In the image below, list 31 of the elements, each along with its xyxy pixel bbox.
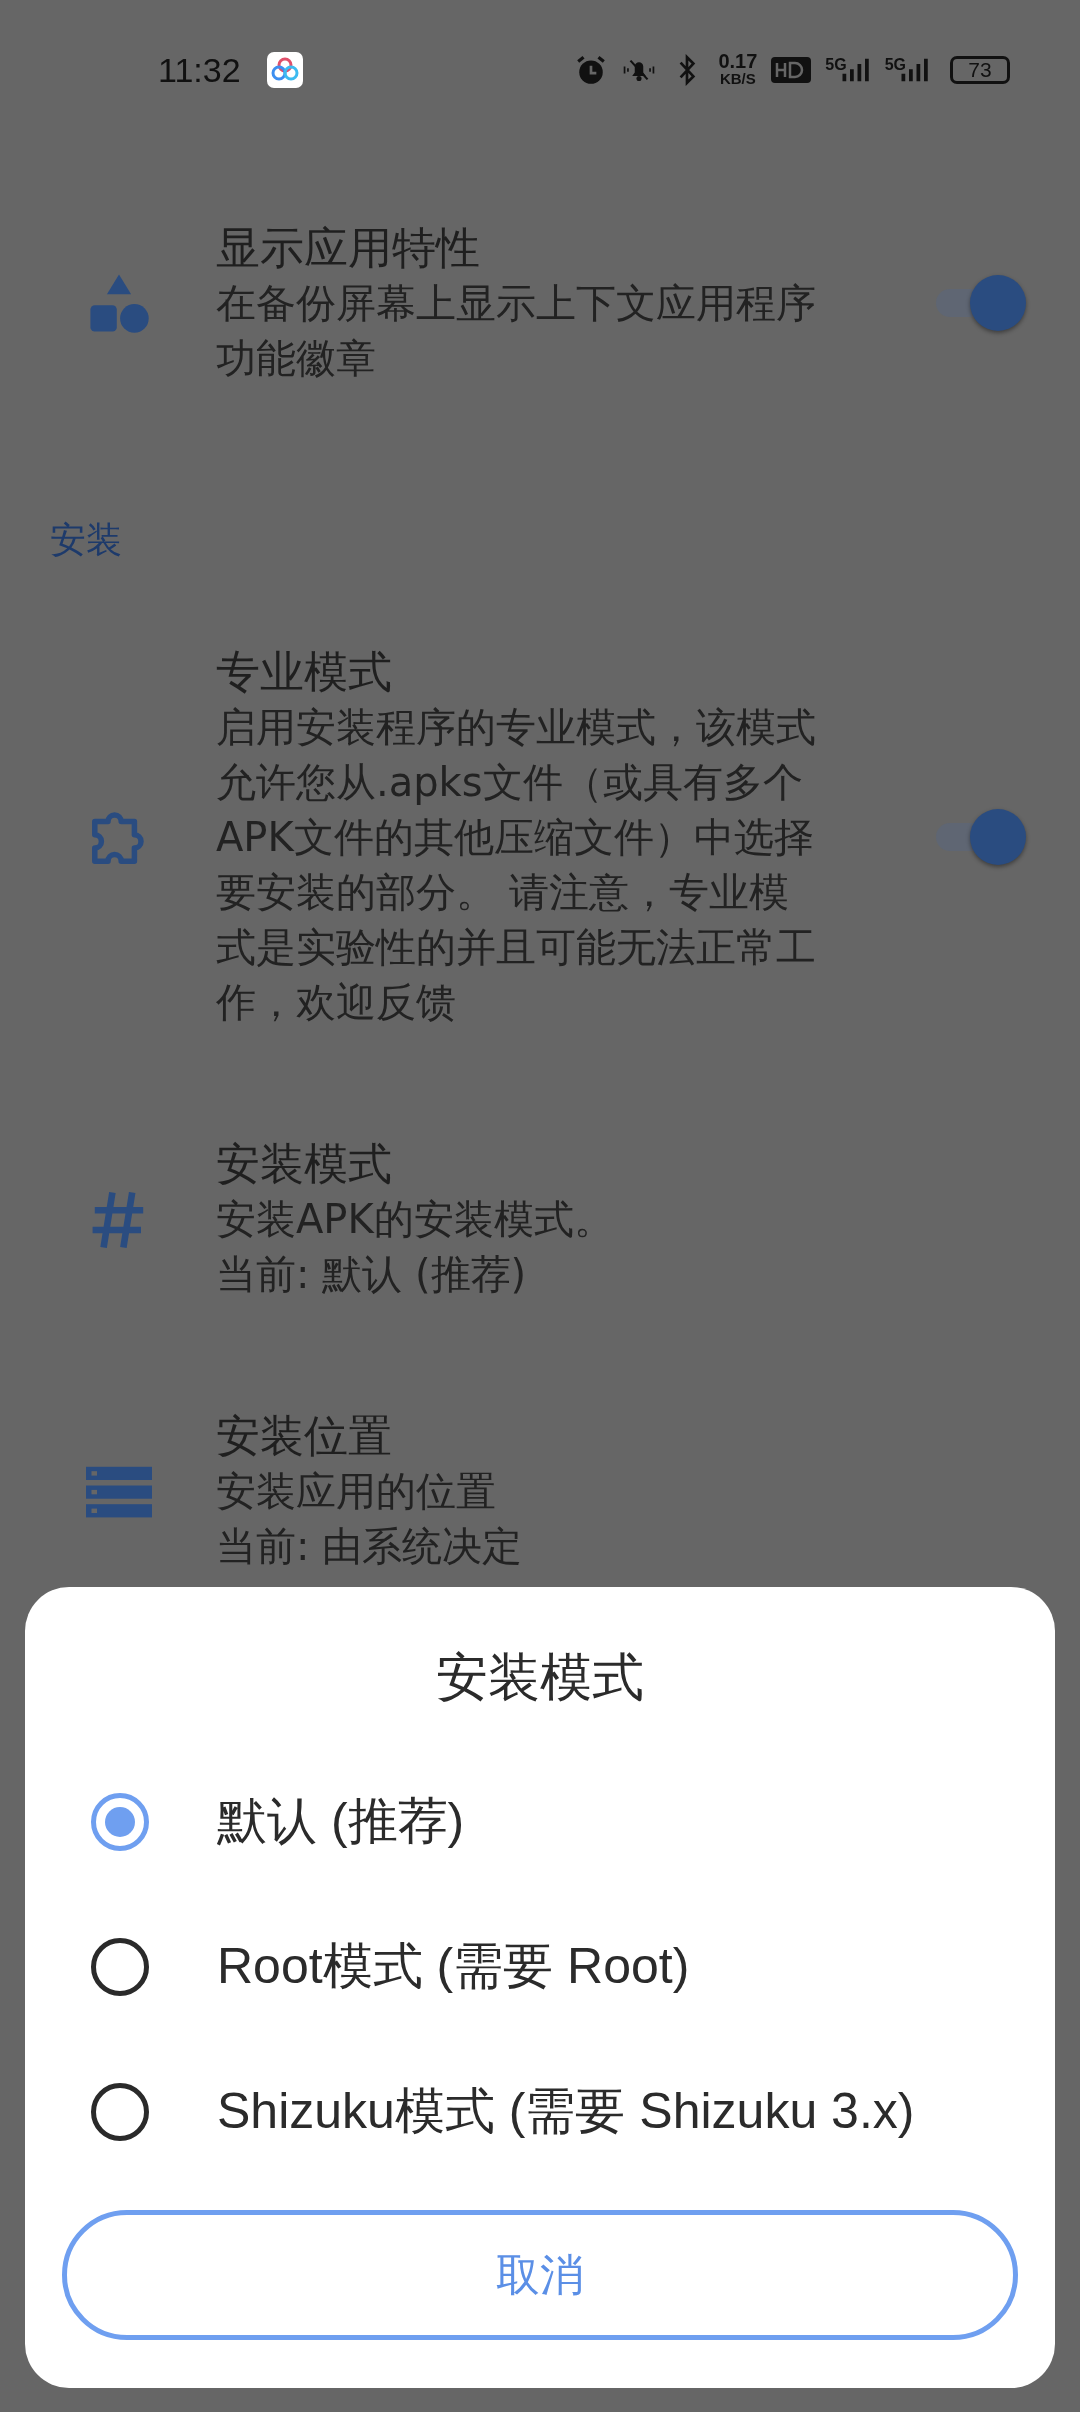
setting-title: 显示应用特性: [216, 221, 481, 275]
setting-title: 安装位置: [216, 1409, 393, 1463]
hd-icon: [771, 57, 812, 83]
option-label[interactable]: Shizuku模式 (需要 Shizuku 3.x): [217, 2078, 915, 2145]
speed-unit: KB/S: [719, 70, 756, 87]
setting-item[interactable]: 安装位置 安装应用的位置 当前: 由系统决定: [0, 1408, 1080, 1574]
cloud-app-icon: [266, 52, 303, 88]
setting-item[interactable]: 显示应用特性 在备份屏幕上显示上下文应用程序功能徽章: [0, 220, 1080, 386]
setting-title: 专业模式: [216, 645, 393, 699]
setting-value: 当前: 默认 (推荐): [216, 1250, 528, 1299]
cancel-button[interactable]: 取消: [62, 2210, 1018, 2340]
network-speed: 0.17: [718, 53, 758, 70]
network-type: 5G: [884, 56, 906, 74]
clock-time: 11:32: [158, 50, 241, 90]
battery-level: 73: [968, 58, 992, 82]
setting-value: 当前: 由系统决定: [216, 1522, 524, 1571]
setting-title: 安装模式: [216, 1137, 393, 1191]
network-type: 5G: [825, 56, 847, 74]
setting-summary: 在备份屏幕上显示上下文应用程序功能徽章: [216, 279, 816, 383]
setting-summary: 安装APK的安装模式。: [216, 1195, 615, 1244]
radio-button[interactable]: [91, 2082, 149, 2141]
radio-button[interactable]: [91, 1937, 149, 1996]
dialog-title: 安装模式: [435, 1646, 645, 1709]
radio-button[interactable]: [91, 1792, 149, 1851]
option-label[interactable]: 默认 (推荐): [217, 1788, 465, 1855]
setting-item[interactable]: 安装模式 安装APK的安装模式。 当前: 默认 (推荐): [0, 1136, 1080, 1302]
section-header: 安装: [49, 518, 123, 562]
setting-item[interactable]: 专业模式 启用安装程序的专业模式，该模式允许您从.apks文件（或具有多个APK文件的其他压缩文件）中选择要安装的部分。 请注意，专业模式是实验性的并且可能无法正常工作，欢迎反馈: [0, 644, 1080, 1030]
setting-summary: 安装应用的位置: [216, 1467, 497, 1516]
setting-summary: 启用安装程序的专业模式，该模式允许您从.apks文件（或具有多个APK文件的其他压缩文件）中选择要安装的部分。 请注意，专业模式是实验性的并且可能无法正常工作，欢迎反馈: [216, 703, 816, 1027]
option-label[interactable]: Root模式 (需要 Root): [217, 1933, 690, 2000]
